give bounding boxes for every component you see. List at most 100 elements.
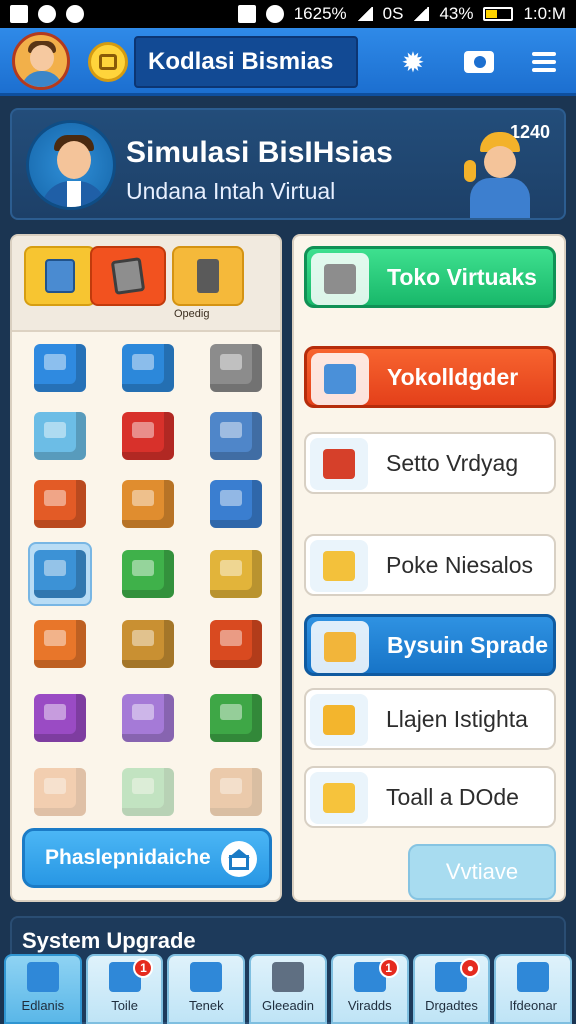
grid-item[interactable] [204, 760, 268, 824]
tab-grid[interactable]: Drgadtes ● [412, 954, 491, 1024]
books-tab[interactable] [24, 246, 96, 306]
status-bar: 1625% 0S 43% 1:0:M [0, 0, 576, 28]
purchase-button[interactable]: Phaslepnidaiche [22, 828, 272, 888]
grid-item[interactable] [204, 404, 268, 468]
box-red-icon [210, 620, 262, 668]
menu-button-2[interactable]: Yokolldgder [304, 346, 556, 408]
coins-icon [310, 540, 368, 592]
menu-button-label: Llajen Istighta [386, 705, 528, 732]
grid-item[interactable] [28, 686, 92, 750]
menu-button-label: Bysuin Sprade [387, 631, 549, 658]
grid-item[interactable] [116, 686, 180, 750]
alarm-icon [265, 5, 284, 23]
grid-item[interactable] [116, 612, 180, 676]
tab-home[interactable]: Edlanis [4, 954, 82, 1024]
printer-green-icon [122, 550, 174, 598]
grid-item[interactable] [116, 542, 180, 606]
menu-button-3[interactable]: Setto Vrdyag [304, 432, 556, 494]
grid-item[interactable] [204, 472, 268, 536]
grid-item[interactable] [204, 686, 268, 750]
box-tan-icon [210, 768, 262, 816]
grid-item[interactable] [28, 336, 92, 400]
bottom-tab-bar: Edlanis Toile 1 Tenek Gleeadin Viradds 1 Drgadt… [4, 954, 573, 1024]
tab-database[interactable]: Ifdeonar [494, 954, 573, 1024]
tab-store[interactable]: Toile 1 [85, 954, 164, 1024]
menu-button-label: Poke Niesalos [386, 551, 534, 578]
app-title: Kodlasi Bismias [134, 36, 358, 88]
grid-item[interactable] [116, 336, 180, 400]
home-icon [26, 962, 59, 992]
grid-item[interactable] [28, 472, 92, 536]
coins-stack-icon [210, 550, 262, 598]
sim-icon [237, 5, 256, 23]
gear-icon[interactable]: ✹ [398, 47, 428, 78]
box-purple-icon [34, 694, 86, 742]
pencil-cup-icon [197, 259, 219, 293]
grid-item[interactable] [28, 404, 92, 468]
system-upgrade-label: System Upgrade [22, 928, 196, 953]
grid-item[interactable] [204, 542, 268, 606]
case-red-icon [122, 412, 174, 460]
wifi-icon [66, 5, 84, 23]
bag-icon[interactable] [88, 42, 128, 82]
app-header: Kodlasi Bismias ✹ [0, 28, 576, 96]
image-icon [10, 5, 28, 23]
books-icon [45, 259, 75, 293]
pencil-cup-icon [311, 353, 369, 405]
server-blue-icon [210, 480, 262, 528]
tab-label: Gleeadin [261, 998, 315, 1013]
menu-button-7[interactable]: Toall a DOde [304, 766, 556, 828]
status-percentage: 1625% [293, 4, 347, 23]
tab-label: Tenek [188, 998, 224, 1013]
notification-badge: 1 [133, 958, 154, 978]
menu-icon[interactable] [532, 48, 562, 76]
notification-badge: ● [460, 958, 481, 978]
grid-item[interactable] [116, 760, 180, 824]
battery-percentage: 43% [439, 4, 474, 23]
star-icon [190, 962, 223, 992]
menu-button-4[interactable]: Poke Niesalos [304, 534, 556, 596]
menu-button-label: Toko Virtuaks [387, 263, 537, 290]
tab-label: Edlanis [21, 998, 65, 1013]
menu-button-5[interactable]: Bysuin Sprade [304, 614, 556, 676]
tab-label: Ifdeonar [509, 998, 558, 1013]
printer-icon [210, 344, 262, 392]
tab-rocket[interactable]: Viradds 1 [330, 954, 409, 1024]
notification-badge: 1 [378, 958, 399, 978]
tab-star[interactable]: Tenek [167, 954, 246, 1024]
tab-label: Drgadtes [425, 998, 478, 1013]
grid-item[interactable] [28, 612, 92, 676]
avatar[interactable] [12, 32, 70, 90]
camera-icon[interactable] [464, 48, 494, 76]
box-upgrade-icon [311, 621, 369, 673]
menu-button-6[interactable]: Llajen Istighta [304, 688, 556, 750]
grid-item[interactable] [204, 612, 268, 676]
worker-character-icon [460, 130, 540, 218]
gear-icon [272, 962, 305, 992]
grid-item[interactable] [116, 404, 180, 468]
grid-item[interactable] [28, 542, 92, 606]
menu-button-label: Yokolldgder [387, 363, 519, 390]
menu-button-1[interactable]: Toko Virtuaks [304, 246, 556, 308]
box-orange-icon [34, 620, 86, 668]
faded-button[interactable]: Vvtiave [408, 844, 556, 900]
box-violet-icon [122, 694, 174, 742]
tab-gear[interactable]: Gleeadin [249, 954, 327, 1024]
pencil-cup-tab[interactable] [172, 246, 244, 306]
purchase-button-label: Phaslepnidaiche [45, 846, 211, 869]
folder-orange-icon [122, 480, 174, 528]
box-steel-icon [210, 412, 262, 460]
grid-item[interactable] [28, 760, 92, 824]
tab-label: Viradds [347, 998, 392, 1013]
item-catalog-panel: Opedig Phaslepnidaiche [10, 234, 282, 902]
category-tabs: Opedig [12, 236, 280, 332]
signal-icon-2 [413, 7, 430, 21]
grid-item[interactable] [116, 472, 180, 536]
menu-button-label: Setto Vrdyag [386, 449, 519, 476]
tablet-tab[interactable] [90, 246, 166, 306]
signal-icon [356, 7, 373, 21]
grid-item[interactable] [204, 336, 268, 400]
box-peach-icon [34, 768, 86, 816]
tablet-icon [110, 257, 146, 295]
home-icon [221, 841, 257, 877]
